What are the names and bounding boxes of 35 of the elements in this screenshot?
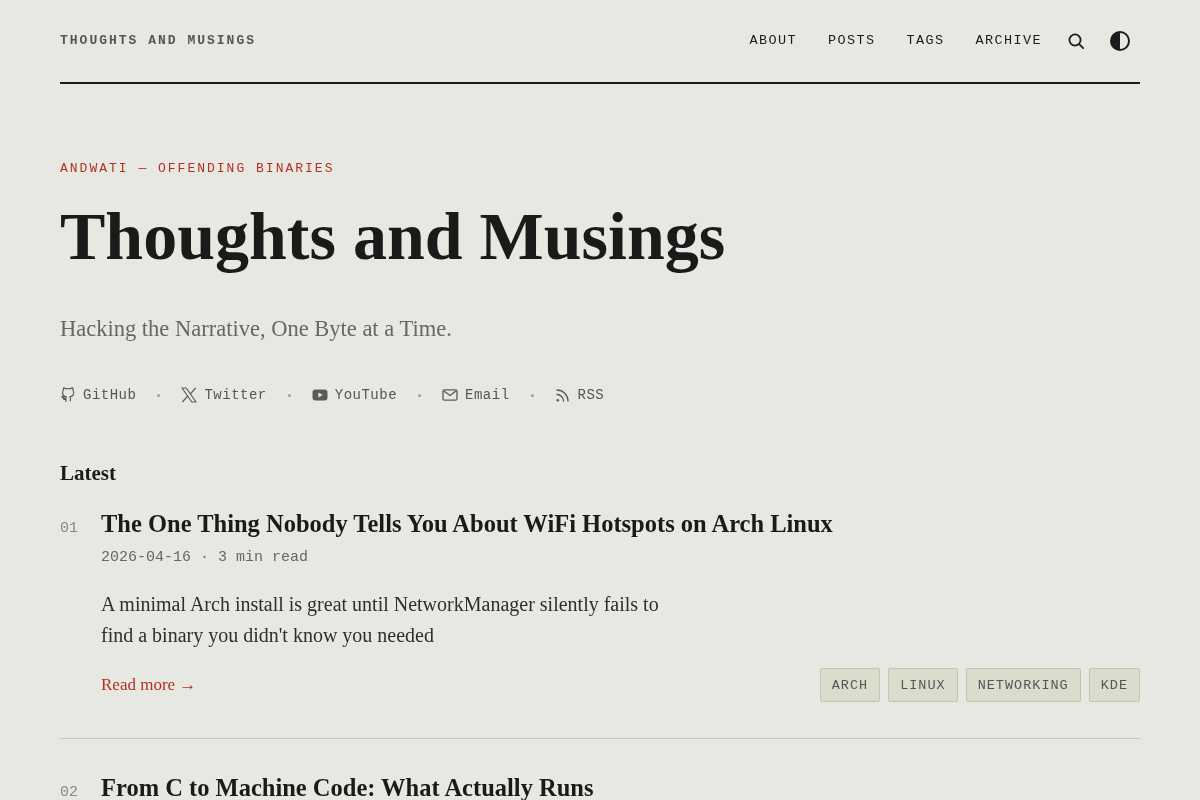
tag-chip[interactable]: LINUX — [888, 668, 958, 702]
site-title: Thoughts and Musings — [60, 197, 727, 276]
separator-dot-icon — [418, 393, 422, 397]
post-number: 01 — [60, 519, 79, 539]
github-icon — [60, 387, 76, 403]
nav-link[interactable]: ARCHIVE — [975, 31, 1042, 51]
post-title-link[interactable]: The One Thing Nobody Tells You About WiFi Hotspots on Arch Linux — [101, 508, 1140, 540]
tag-chip[interactable]: NETWORKING — [965, 668, 1081, 702]
rss-icon — [554, 387, 571, 403]
social-link[interactable]: GitHub — [60, 385, 137, 405]
nav-link[interactable]: POSTS — [827, 31, 876, 51]
tag-chip[interactable]: ARCH — [819, 668, 881, 702]
section-heading: Latest — [60, 460, 117, 487]
site-tagline: Hacking the Narrative, One Byte at a Time. — [60, 315, 453, 343]
contrast-icon[interactable] — [1110, 31, 1130, 51]
post-meta: 2026-04-16 · 3 min read — [101, 548, 310, 568]
social-link[interactable]: RSS — [554, 385, 605, 405]
site-brand-link[interactable]: THOUGHTS AND MUSINGS — [60, 31, 257, 51]
social-link[interactable]: Email — [442, 385, 510, 405]
post-excerpt: A minimal Arch install is great until NetworkManager silently fails to find a binary you didn't know you needed — [101, 592, 660, 649]
separator-dot-icon — [157, 393, 161, 397]
play-button-icon — [311, 387, 328, 403]
separator-dot-icon — [287, 393, 291, 397]
social-link[interactable]: Twitter — [181, 385, 267, 405]
post-number: 02 — [60, 783, 79, 800]
read-more-link[interactable]: Read more → — [101, 673, 197, 697]
separator-dot-icon — [530, 393, 534, 397]
tag-chip[interactable]: KDE — [1088, 668, 1140, 702]
x-logo-icon — [181, 387, 198, 403]
site-kicker: ANDWATI — OFFENDING BINARIES — [60, 160, 336, 178]
nav-link[interactable]: TAGS — [906, 31, 945, 51]
social-link[interactable]: YouTube — [311, 385, 398, 405]
search-icon[interactable] — [1068, 33, 1084, 49]
nav-link[interactable]: ABOUT — [749, 31, 797, 51]
envelope-icon — [442, 387, 459, 403]
